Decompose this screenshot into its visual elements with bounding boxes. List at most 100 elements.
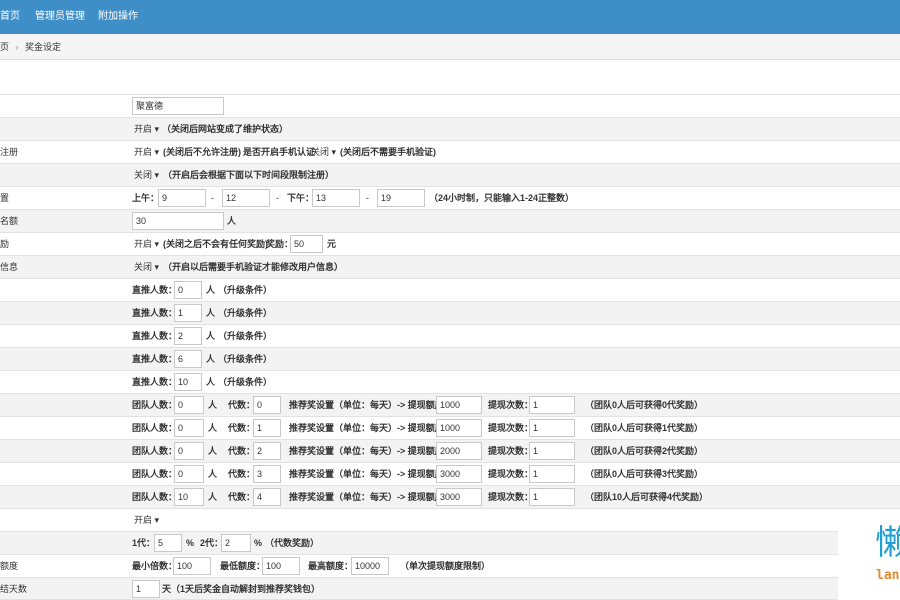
- select-value: 关闭: [134, 262, 153, 272]
- nav-extra-actions[interactable]: 附加操作: [92, 0, 144, 34]
- min-multiple-input[interactable]: 100: [173, 557, 211, 575]
- row-note: （团队10人后可获得4代奖励）: [585, 492, 709, 502]
- gen1-input[interactable]: 5: [154, 534, 182, 552]
- form-row: 开启 ▾: [0, 508, 900, 531]
- form-row: 励 开启 ▾ (关闭之后不会有任何奖励) 奖励： 50 元: [0, 232, 900, 255]
- generation-input[interactable]: 3: [253, 465, 281, 483]
- bonus-input[interactable]: 50: [290, 235, 323, 253]
- chevron-down-icon: ▾: [152, 124, 160, 134]
- phone-auth-select[interactable]: 关闭 ▾: [311, 141, 336, 163]
- withdraw-limit-input[interactable]: 2000: [436, 442, 482, 460]
- select-value: 关闭: [311, 147, 330, 157]
- direct-count-input[interactable]: 10: [174, 373, 202, 391]
- row-label: 名额: [0, 216, 19, 226]
- row-note: (关闭后不允许注册): [163, 147, 241, 157]
- unit-label: 人: [206, 285, 216, 295]
- max-amount-input[interactable]: 10000: [351, 557, 389, 575]
- withdraw-times-input[interactable]: 1: [529, 442, 575, 460]
- generation-input[interactable]: 1: [253, 419, 281, 437]
- form-row: 聚富德: [0, 94, 900, 117]
- unit-label: 人: [206, 354, 216, 364]
- generation-input[interactable]: 2: [253, 442, 281, 460]
- team-count-input[interactable]: 10: [174, 488, 204, 506]
- row-note: (关闭后不需要手机验证): [340, 147, 436, 157]
- withdraw-times-input[interactable]: 1: [529, 419, 575, 437]
- row-note: (关闭之后不会有任何奖励): [163, 239, 268, 249]
- gen2-input[interactable]: 2: [221, 534, 251, 552]
- breadcrumb-separator: ›: [15, 42, 19, 52]
- direct-count-input[interactable]: 6: [174, 350, 202, 368]
- withdraw-times-input[interactable]: 1: [529, 396, 575, 414]
- nav-admin-management[interactable]: 管理员管理: [29, 0, 91, 34]
- row-note: （团队0人后可获得2代奖励）: [585, 446, 704, 456]
- withdraw-limit-input[interactable]: 3000: [436, 465, 482, 483]
- generation-input[interactable]: 0: [253, 396, 281, 414]
- withdraw-limit-input[interactable]: 3000: [436, 488, 482, 506]
- row-note: （升级条件）: [218, 377, 273, 387]
- team-count-input[interactable]: 0: [174, 396, 204, 414]
- row-label: 置: [0, 193, 10, 203]
- settings-form: 聚富德 开启 ▾ （关闭后网站变成了维护状态） 注册 开启 ▾ (关闭后不允许注…: [0, 94, 900, 600]
- withdraw-limit-input[interactable]: 1000: [436, 396, 482, 414]
- withdraw-times-input[interactable]: 1: [529, 488, 575, 506]
- direct-count-input[interactable]: 1: [174, 304, 202, 322]
- pm-start-input[interactable]: 13: [312, 189, 360, 207]
- watermark-glyph: 懒: [875, 523, 900, 563]
- withdraw-times-label: 提现次数：: [488, 446, 534, 456]
- unit-label: 人: [206, 331, 216, 341]
- site-status-select[interactable]: 开启 ▾: [134, 118, 159, 140]
- team-row: 团队人数： 0 人 代数： 2 推荐奖设置（单位：每天）-> 提现额度： 200…: [0, 439, 900, 462]
- generation-label: 代数：: [228, 446, 256, 456]
- direct-count-input[interactable]: 2: [174, 327, 202, 345]
- direct-count-input[interactable]: 0: [174, 281, 202, 299]
- settle-days-input[interactable]: 1: [132, 580, 160, 598]
- am-end-input[interactable]: 12: [222, 189, 270, 207]
- team-count-input[interactable]: 0: [174, 465, 204, 483]
- generation-input[interactable]: 4: [253, 488, 281, 506]
- upgrade-row: 直推人数： 6 人 （升级条件）: [0, 347, 900, 370]
- site-name-input[interactable]: 聚富德: [132, 97, 224, 115]
- team-count-label: 团队人数：: [132, 469, 178, 479]
- team-row: 团队人数： 0 人 代数： 0 推荐奖设置（单位：每天）-> 提现额度： 100…: [0, 393, 900, 416]
- team-count-input[interactable]: 0: [174, 419, 204, 437]
- chevron-down-icon: ▾: [329, 147, 337, 157]
- withdraw-limit-input[interactable]: 1000: [436, 419, 482, 437]
- withdraw-times-label: 提现次数：: [488, 400, 534, 410]
- profile-edit-select[interactable]: 关闭 ▾: [134, 256, 159, 278]
- min-multiple-label: 最小倍数：: [132, 561, 178, 571]
- pm-end-input[interactable]: 19: [377, 189, 425, 207]
- max-amount-label: 最高额度：: [308, 561, 354, 571]
- reward-select[interactable]: 开启 ▾: [134, 233, 159, 255]
- row-note: （团队0人后可获得0代奖励）: [585, 400, 704, 410]
- select-value: 开启: [134, 239, 153, 249]
- withdraw-times-input[interactable]: 1: [529, 465, 575, 483]
- team-count-input[interactable]: 0: [174, 442, 204, 460]
- upgrade-row: 直推人数： 0 人 （升级条件）: [0, 278, 900, 301]
- direct-count-label: 直推人数：: [132, 308, 178, 318]
- pm-label: 下午：: [287, 193, 315, 203]
- time-limit-select[interactable]: 关闭 ▾: [134, 164, 159, 186]
- breadcrumb: 页 › 奖金设定: [0, 34, 900, 60]
- generation-reward-select[interactable]: 开启 ▾: [134, 509, 159, 531]
- row-note: （升级条件）: [218, 354, 273, 364]
- row-note: （团队0人后可获得1代奖励）: [585, 423, 704, 433]
- withdraw-times-label: 提现次数：: [488, 423, 534, 433]
- row-note: （开启后会根据下面以下时间段限制注册）: [163, 170, 335, 180]
- form-row: 开启 ▾ （关闭后网站变成了维护状态）: [0, 117, 900, 140]
- direct-count-label: 直推人数：: [132, 331, 178, 341]
- generation-label: 代数：: [228, 423, 256, 433]
- am-start-input[interactable]: 9: [158, 189, 206, 207]
- generation-label: 代数：: [228, 400, 256, 410]
- nav-home[interactable]: 首页: [0, 0, 26, 34]
- breadcrumb-root[interactable]: 页: [0, 42, 9, 52]
- top-nav-bar: 首页 管理员管理 附加操作: [0, 0, 900, 34]
- min-amount-input[interactable]: 100: [262, 557, 300, 575]
- registration-select[interactable]: 开启 ▾: [134, 141, 159, 163]
- form-row: 信息 关闭 ▾ （开启以后需要手机验证才能修改用户信息）: [0, 255, 900, 278]
- unit-label: 元: [327, 239, 337, 249]
- recommend-label: 推荐奖设置（单位：每天）-> 提现额度：: [289, 492, 453, 502]
- phone-auth-label: 是否开启手机认证: [243, 147, 316, 157]
- unit-label: 人: [208, 492, 218, 502]
- quota-input[interactable]: 30: [132, 212, 224, 230]
- row-label: 结天数: [0, 584, 28, 594]
